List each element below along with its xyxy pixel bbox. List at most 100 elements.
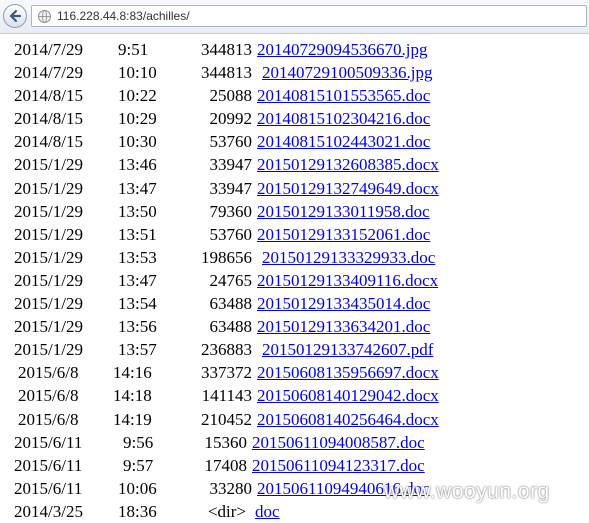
- file-time: 10:22: [118, 86, 157, 106]
- file-time: 10:29: [118, 109, 157, 129]
- file-date: 2015/6/8: [18, 363, 79, 383]
- file-link[interactable]: 20150608140129042.docx: [257, 384, 439, 407]
- back-arrow-icon: [9, 9, 22, 23]
- file-link[interactable]: 20140815102443021.doc: [257, 130, 430, 153]
- file-size: 33947: [209, 155, 253, 175]
- file-date: 2015/1/29: [14, 201, 83, 221]
- file-date: 2015/6/8: [18, 386, 79, 406]
- file-link[interactable]: 20150129133742607.pdf: [262, 338, 433, 361]
- file-link[interactable]: 20140729094536670.jpg: [257, 38, 427, 61]
- file-size: 79360: [209, 201, 253, 221]
- file-time: 9:51: [118, 40, 149, 59]
- list-item: 2015/1/29 13:47 24765 20150129133409116.doc…: [0, 269, 589, 292]
- file-link[interactable]: 20150608135956697.docx: [257, 361, 439, 384]
- folder-link[interactable]: doc: [255, 500, 280, 523]
- file-date: 2014/3/25: [14, 501, 83, 521]
- file-date: 2015/6/11: [14, 432, 83, 452]
- file-link[interactable]: 20150129132608385.docx: [257, 153, 439, 176]
- file-link[interactable]: 20150129133409116.docx: [257, 269, 438, 292]
- file-date: 2014/8/15: [14, 109, 83, 129]
- file-size: 33947: [209, 178, 253, 198]
- file-date: 2015/1/29: [14, 340, 83, 360]
- file-size: 53760: [209, 224, 253, 244]
- file-size: 17408: [204, 455, 248, 475]
- browser-toolbar: 116.228.44.8:83/achilles/: [0, 0, 589, 34]
- file-date: 2015/1/29: [14, 270, 83, 290]
- file-size: 20992: [209, 109, 253, 129]
- file-date: 2015/1/29: [14, 317, 83, 337]
- list-item: 2014/8/15 10:22 25088 20140815101553565.doc: [0, 84, 589, 107]
- list-item: 2015/6/11 9:57 17408 20150611094123317.doc: [0, 454, 589, 477]
- file-size: 25088: [209, 86, 253, 106]
- file-date: 2015/1/29: [14, 178, 83, 198]
- file-date: 2015/1/29: [14, 247, 83, 267]
- file-time: 13:53: [118, 247, 157, 267]
- list-item: 2014/7/29 9:51 344813 20140729094536670.jpg: [0, 38, 589, 61]
- list-item: 2015/1/29 13:50 79360 20150129133011958.doc: [0, 200, 589, 223]
- file-time: 9:57: [123, 455, 154, 475]
- list-item: 2015/1/29 13:46 33947 20150129132608385.doc…: [0, 153, 589, 176]
- file-size: 210452: [201, 409, 252, 429]
- file-time: 10:30: [118, 132, 157, 152]
- file-link[interactable]: 20150129133011958.doc: [257, 200, 430, 223]
- file-time: 13:56: [118, 317, 157, 337]
- file-size: 24765: [209, 270, 253, 290]
- file-time: 13:47: [118, 178, 157, 198]
- file-date: 2015/1/29: [14, 155, 83, 175]
- file-time: 14:16: [113, 363, 152, 383]
- url-text: 116.228.44.8:83/achilles/: [57, 9, 190, 23]
- file-link[interactable]: 20140815102304216.doc: [257, 107, 430, 130]
- file-date: 2014/8/15: [14, 86, 83, 106]
- file-time: 14:19: [113, 409, 152, 429]
- file-link[interactable]: 20150129133329933.doc: [262, 246, 435, 269]
- file-size: 236883: [201, 340, 252, 360]
- list-item: 2014/8/15 10:29 20992 20140815102304216.doc: [0, 107, 589, 130]
- file-date: 2015/1/29: [14, 294, 83, 314]
- file-link[interactable]: 20150611094008587.doc: [252, 431, 425, 454]
- list-item: 2015/1/29 13:56 63488 20150129133634201.doc: [0, 315, 589, 338]
- file-link[interactable]: 20150129133435014.doc: [257, 292, 430, 315]
- file-link[interactable]: 20150129132749649.docx: [257, 177, 439, 200]
- list-item: 2015/6/8 14:16 337372 20150608135956697.doc…: [0, 361, 589, 384]
- file-time: 13:51: [118, 224, 157, 244]
- file-time: 14:18: [113, 386, 152, 406]
- file-date: 2014/8/15: [14, 132, 83, 152]
- file-size: 63488: [209, 317, 253, 337]
- file-link[interactable]: 20140729100509336.jpg: [262, 61, 432, 84]
- file-time: 13:54: [118, 294, 157, 314]
- file-date: 2015/1/29: [14, 224, 83, 244]
- file-size: 337372: [201, 363, 252, 383]
- file-size: 141143: [201, 386, 252, 406]
- list-item: 2015/1/29 13:47 33947 20150129132749649.doc…: [0, 177, 589, 200]
- file-link[interactable]: 20150608140256464.docx: [257, 408, 439, 431]
- file-time: 13:46: [118, 155, 157, 175]
- file-date: 2014/7/29: [14, 40, 83, 59]
- file-size: 344813: [201, 63, 252, 83]
- file-time: 9:56: [123, 432, 154, 452]
- file-date: 2014/7/29: [14, 63, 83, 83]
- list-item: 2015/6/11 9:56 15360 20150611094008587.doc: [0, 431, 589, 454]
- file-size: 53760: [209, 132, 253, 152]
- file-link[interactable]: 20150611094123317.doc: [252, 454, 425, 477]
- list-item: 2015/1/29 13:53 198656 20150129133329933.do…: [0, 246, 589, 269]
- file-size: 198656: [201, 247, 252, 267]
- file-time: 18:36: [118, 501, 157, 521]
- file-size: 33280: [209, 478, 253, 498]
- file-date: 2015/6/11: [14, 455, 83, 475]
- list-item: 2014/7/29 10:10 344813 20140729100509336.jp…: [0, 61, 589, 84]
- list-item: 2015/1/29 13:51 53760 20150129133152061.doc: [0, 223, 589, 246]
- file-size: 63488: [209, 294, 253, 314]
- file-time: 10:06: [118, 478, 157, 498]
- file-link[interactable]: 20140815101553565.doc: [257, 84, 430, 107]
- address-bar[interactable]: 116.228.44.8:83/achilles/: [31, 5, 587, 27]
- file-size: <dir>: [207, 501, 246, 521]
- file-size: 15360: [204, 432, 248, 452]
- list-item: 2015/6/8 14:18 141143 20150608140129042.doc…: [0, 384, 589, 407]
- file-time: 13:57: [118, 340, 157, 360]
- back-button[interactable]: [3, 4, 27, 28]
- file-link[interactable]: 20150129133152061.doc: [257, 223, 430, 246]
- list-item: 2014/8/15 10:30 53760 20140815102443021.doc: [0, 130, 589, 153]
- file-link[interactable]: 20150129133634201.doc: [257, 315, 430, 338]
- file-time: 13:47: [118, 270, 157, 290]
- file-date: 2015/6/11: [14, 478, 83, 498]
